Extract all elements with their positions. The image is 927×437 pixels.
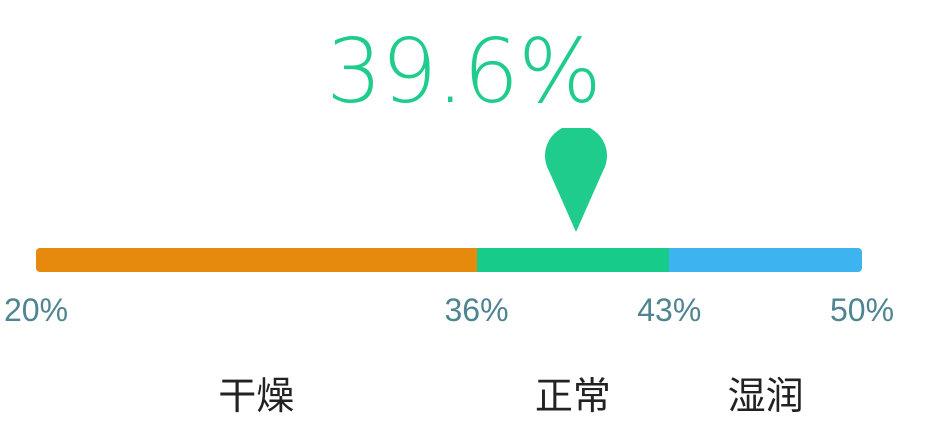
location-pin-icon xyxy=(544,128,607,232)
pin-shape xyxy=(544,128,607,232)
humidity-reading: 39.6% xyxy=(326,20,602,123)
tick-label-36: 36% xyxy=(444,292,509,328)
zone-segment-humid xyxy=(669,248,862,272)
zone-segment-dry xyxy=(36,248,477,272)
zone-label-normal: 正常 xyxy=(534,374,611,418)
humidity-scale-bar xyxy=(36,248,862,272)
zone-label-humid: 湿润 xyxy=(727,374,804,418)
tick-label-20: 20% xyxy=(4,292,69,328)
tick-label-50: 50% xyxy=(829,292,895,328)
zone-segment-normal xyxy=(476,248,670,272)
zone-label-dry: 干燥 xyxy=(218,374,295,418)
tick-label-43: 43% xyxy=(637,292,702,328)
